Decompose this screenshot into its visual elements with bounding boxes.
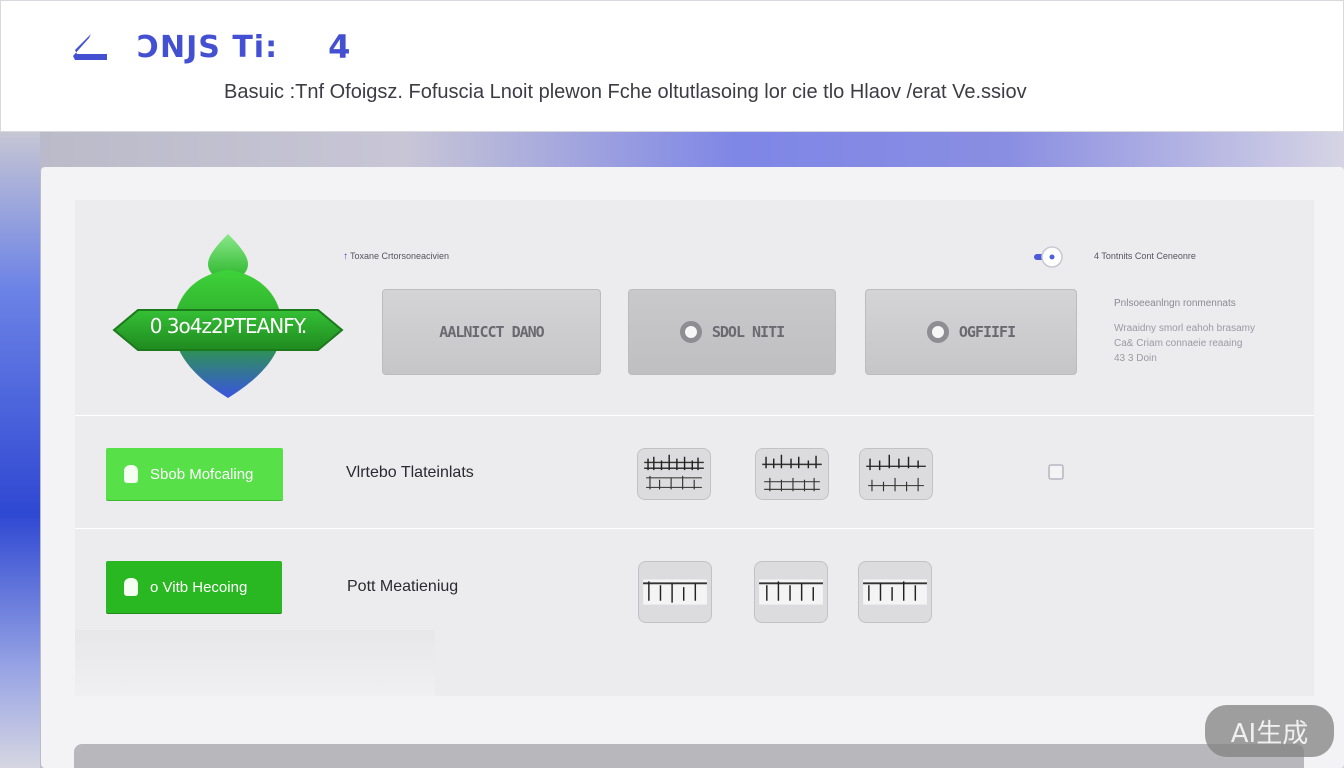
row2-label: Vlrtebo Tlateinlats xyxy=(346,464,474,481)
thumbnail[interactable] xyxy=(755,448,829,500)
radio-icon xyxy=(679,321,702,343)
title-row: ƆNJS Ti: 4 xyxy=(73,28,351,66)
card-label: OGFIIFI xyxy=(958,323,1016,341)
video-hosting-button[interactable]: o Vitb Hecoing xyxy=(106,561,282,613)
row-divider xyxy=(75,528,1314,529)
option-card[interactable]: OGFIIFI xyxy=(865,289,1077,375)
background-side xyxy=(0,132,40,768)
header: ƆNJS Ti: 4 Basuic :Tnf Ofoigsz. Fofuscia… xyxy=(0,0,1344,132)
row1-label-right: 4 Tontnits Cont Ceneonre xyxy=(1094,251,1196,261)
row-divider xyxy=(75,415,1314,416)
side-line: Wraaidny smorl eahoh brasamy xyxy=(1114,323,1255,334)
row1-label-left: ↑ Toxane Crtorsoneacivien xyxy=(343,251,449,262)
page-title: ƆNJS Ti: xyxy=(137,29,279,65)
thumbnail[interactable] xyxy=(754,561,828,623)
button-label: o Vitb Hecoing xyxy=(150,578,248,596)
row1-label-left-text: Toxane Crtorsoneacivien xyxy=(350,251,450,261)
side-line: Ca& Criam connaeie reaaing xyxy=(1114,338,1243,349)
row3-label: Pott Meatieniug xyxy=(347,578,459,595)
row2-checkbox[interactable] xyxy=(1048,464,1064,480)
arrow-up-icon: ↑ xyxy=(343,251,348,262)
bell-icon xyxy=(124,465,138,483)
ai-watermark: AI生成 xyxy=(1205,705,1334,757)
card-label: SDOL NITI xyxy=(711,323,785,341)
toggle-icon[interactable] xyxy=(1034,246,1066,268)
thumbnail[interactable] xyxy=(637,448,711,500)
page-subtitle: Basuic :Tnf Ofoigsz. Fofuscia Lnoit plew… xyxy=(224,81,1027,103)
button-label: Sbob Mofcaling xyxy=(150,465,254,483)
page-number: 4 xyxy=(328,28,351,66)
thumbnail[interactable] xyxy=(858,561,932,623)
bell-icon xyxy=(124,578,138,596)
thumbnail[interactable] xyxy=(859,448,933,500)
shop-marketing-button[interactable]: Sbob Mofcaling xyxy=(106,448,283,500)
blurred-area xyxy=(75,630,435,696)
app-window: ƆNJS Ti: 4 Basuic :Tnf Ofoigsz. Fofuscia… xyxy=(0,0,1344,768)
card-label: AALNICCT DANO xyxy=(439,323,544,341)
side-description: Pnlsoeeanlngn ronmennats Wraaidny smorl … xyxy=(1114,296,1294,366)
logo-text: 0 3o4z2PTEANFY. xyxy=(149,314,308,338)
footer-bar xyxy=(74,744,1304,768)
side-line: 43 3 Doin xyxy=(1114,353,1157,364)
radio-icon xyxy=(926,321,949,343)
option-card[interactable]: SDOL NITI xyxy=(628,289,836,375)
side-title: Pnlsoeeanlngn ronmennats xyxy=(1114,298,1236,309)
thumbnail[interactable] xyxy=(638,561,712,623)
option-card[interactable]: AALNICCT DANO xyxy=(382,289,601,375)
back-arrow-icon[interactable] xyxy=(73,32,109,62)
